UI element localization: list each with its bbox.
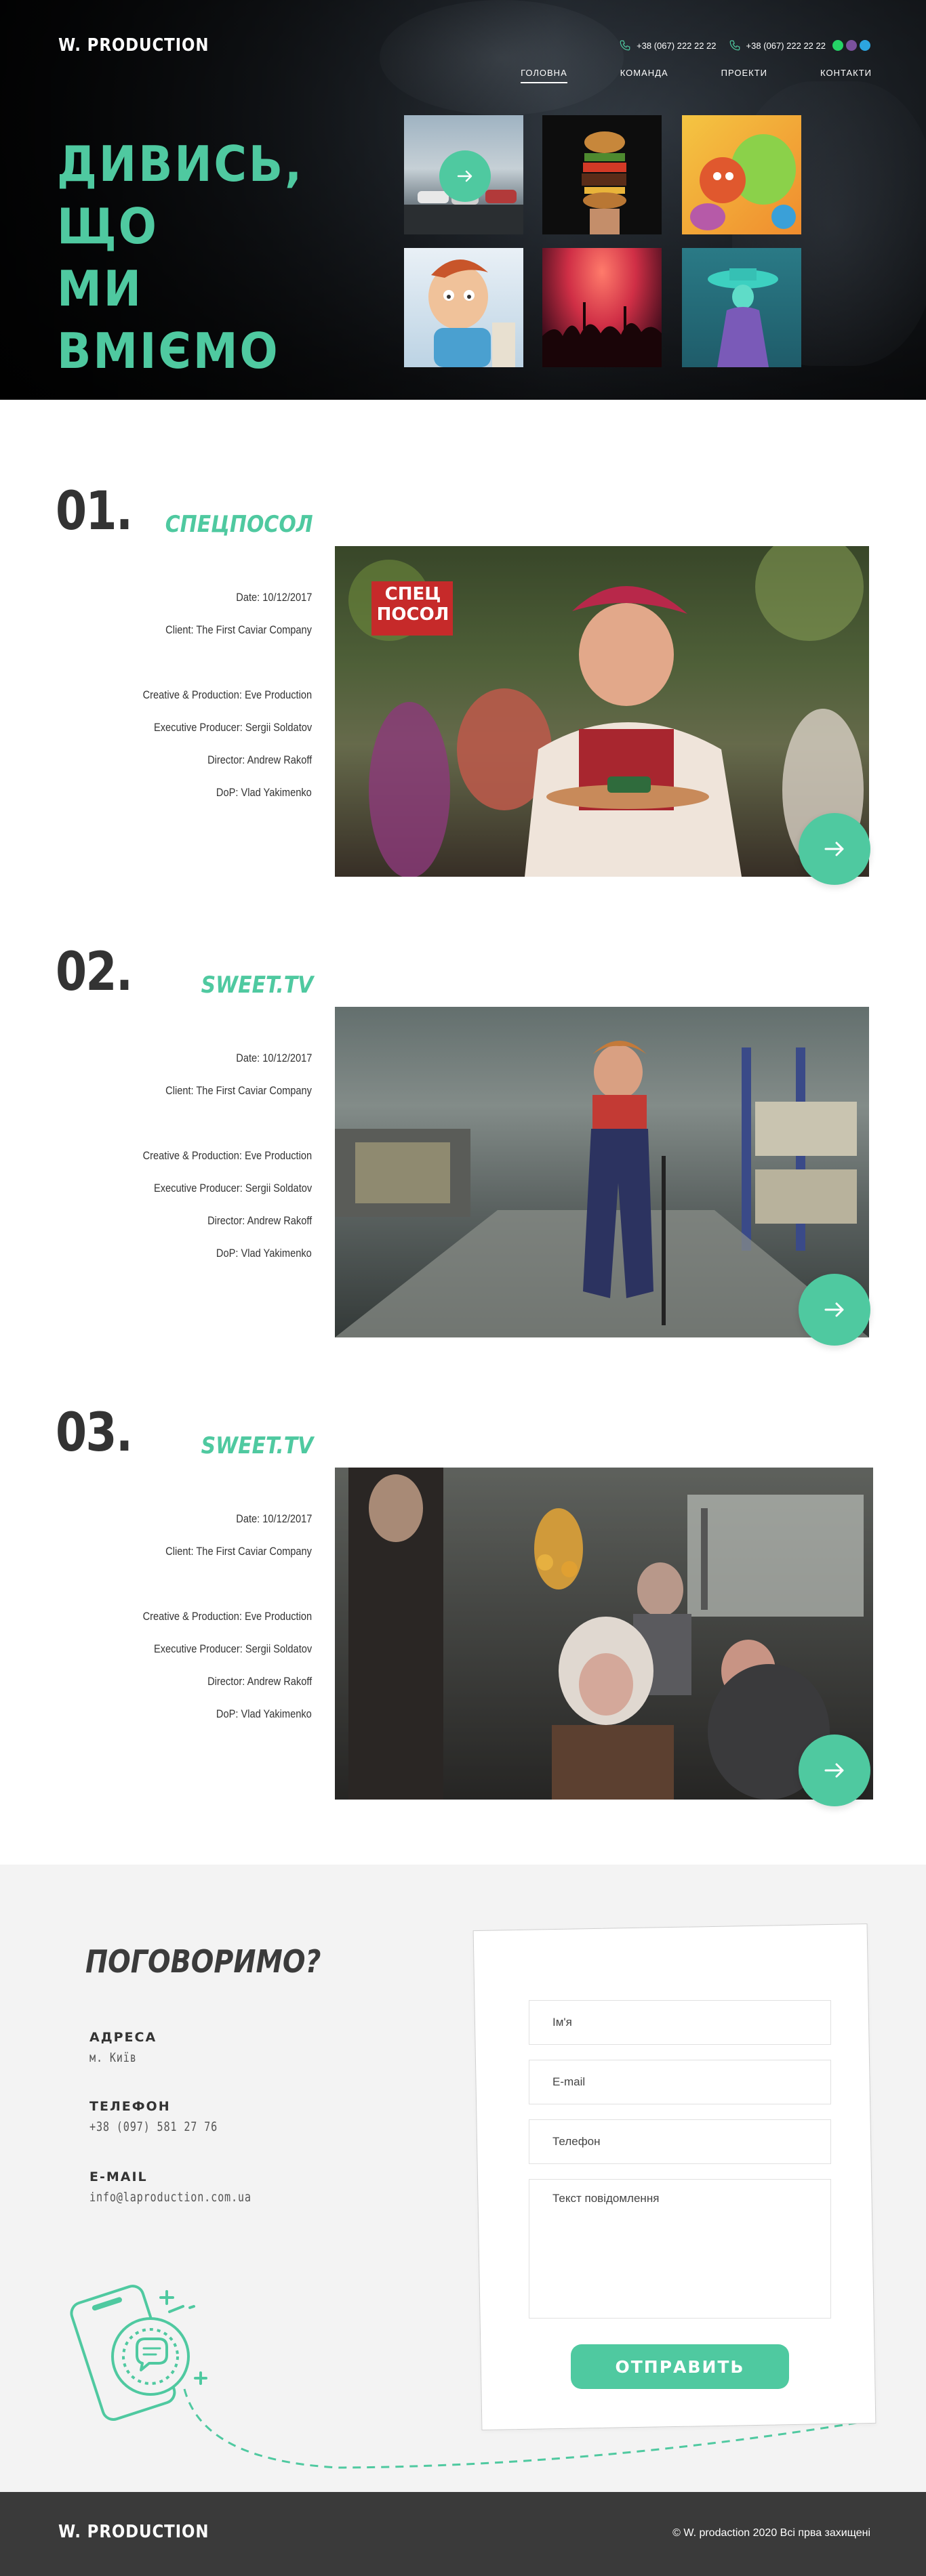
image-sign-line: СПЕЦ — [384, 584, 441, 604]
copyright-text: © W. prodaction 2020 Всі прва захищені — [672, 2527, 870, 2539]
project-open-button[interactable] — [799, 1274, 870, 1346]
viber-icon[interactable] — [846, 40, 857, 51]
hero-title-line: МИ ВМІЄМО — [57, 260, 280, 379]
phone-number: +38 (067) 222 22 22 — [637, 40, 717, 51]
project-creative: Creative & Production: Eve Production — [142, 688, 312, 701]
project-number: 02. — [56, 942, 133, 1003]
email-value[interactable]: info@laproduction.com.ua — [89, 2190, 251, 2205]
project-director: Director: Andrew Rakoff — [207, 753, 312, 766]
nav-item-projects[interactable]: ПРОЕКТИ — [721, 68, 767, 83]
address-label: АДРЕСА — [89, 2030, 157, 2045]
contact-section: ПОГОВОРИМО? АДРЕСА м. Київ ТЕЛЕФОН +38 (… — [0, 1865, 926, 2492]
project-creative: Creative & Production: Eve Production — [142, 1149, 312, 1162]
email-label: E-MAIL — [89, 2169, 148, 2184]
whatsapp-icon[interactable] — [832, 40, 843, 51]
project-image[interactable]: СПЕЦ ПОСОЛ — [335, 546, 869, 877]
arrow-right-icon — [824, 1302, 844, 1317]
arrow-right-icon — [457, 170, 472, 182]
phone-number: +38 (067) 222 22 22 — [746, 40, 826, 51]
project-client: Client: The First Caviar Company — [165, 1545, 312, 1558]
project-title[interactable]: SWEET.TV — [201, 1432, 313, 1459]
project-creative: Creative & Production: Eve Production — [142, 1610, 312, 1623]
email-field[interactable] — [529, 2060, 831, 2104]
telegram-icon[interactable] — [860, 40, 870, 51]
project-thumbnail[interactable] — [542, 248, 662, 367]
logo[interactable]: W. PRODUCTION — [58, 35, 209, 56]
header-contacts: +38 (067) 222 22 22 +38 (067) 222 22 22 — [619, 39, 870, 51]
project-director: Director: Andrew Rakoff — [207, 1214, 312, 1227]
project-executive-producer: Executive Producer: Sergii Soldatov — [153, 721, 312, 734]
project-date: Date: 10/12/2017 — [235, 1052, 312, 1064]
nav-item-home[interactable]: ГОЛОВНА — [521, 68, 567, 83]
project-title[interactable]: СПЕЦПОСОЛ — [165, 511, 313, 538]
hero-title: ДИВИСЬ, ЩО МИ ВМІЄМО — [57, 133, 344, 382]
project-image[interactable] — [335, 1468, 873, 1800]
main-nav: ГОЛОВНА КОМАНДА ПРОЕКТИ КОНТАКТИ — [521, 68, 872, 83]
address-value: м. Київ — [89, 2050, 137, 2065]
thumbnail-image — [428, 259, 515, 367]
project-open-button[interactable] — [799, 813, 870, 885]
project-executive-producer: Executive Producer: Sergii Soldatov — [153, 1642, 312, 1655]
footer: W. PRODUCTION © W. prodaction 2020 Всі п… — [0, 2492, 926, 2576]
project-director: Director: Andrew Rakoff — [207, 1675, 312, 1688]
phone-field[interactable] — [529, 2119, 831, 2164]
hero-section: W. PRODUCTION +38 (067) 222 22 22 +38 (0… — [0, 0, 926, 400]
project-number: 03. — [56, 1403, 133, 1463]
project-thumbnail[interactable] — [682, 115, 801, 234]
image-sign-line: ПОСОЛ — [376, 604, 449, 625]
phone-link[interactable]: +38 (067) 222 22 22 — [729, 39, 870, 51]
project-title[interactable]: SWEET.TV — [201, 972, 313, 999]
project-item: 01. СПЕЦПОСОЛ Date: 10/12/2017 Client: T… — [0, 481, 926, 885]
arrow-right-icon — [824, 1763, 844, 1778]
thumbnail-image — [542, 302, 662, 367]
footer-logo[interactable]: W. PRODUCTION — [58, 2522, 209, 2542]
project-thumbnail[interactable] — [404, 115, 523, 234]
phone-icon — [620, 40, 630, 51]
project-dop: DoP: Vlad Yakimenko — [216, 1247, 312, 1260]
project-client: Client: The First Caviar Company — [165, 623, 312, 636]
submit-button[interactable]: ОТПРАВИТЬ — [571, 2344, 789, 2389]
name-field[interactable] — [529, 2000, 831, 2045]
project-open-button[interactable] — [799, 1734, 870, 1806]
project-image-scene — [335, 1468, 873, 1800]
project-thumbnail[interactable] — [542, 115, 662, 234]
project-date: Date: 10/12/2017 — [235, 591, 312, 604]
phone-icon — [729, 40, 740, 51]
project-item: 02. SWEET.TV Date: 10/12/2017 Client: Th… — [0, 942, 926, 1346]
project-image-scene — [335, 1007, 869, 1337]
project-image[interactable] — [335, 1007, 869, 1337]
nav-item-contacts[interactable]: КОНТАКТИ — [820, 68, 872, 83]
project-dop: DoP: Vlad Yakimenko — [216, 786, 312, 799]
thumbnail-image — [708, 268, 778, 367]
project-thumbnail[interactable] — [404, 248, 523, 367]
page: W. PRODUCTION +38 (067) 222 22 22 +38 (0… — [0, 0, 926, 2576]
arrow-right-icon — [824, 842, 844, 856]
hero-title-line: ДИВИСЬ, ЩО — [57, 136, 304, 255]
project-item: 03. SWEET.TV Date: 10/12/2017 Client: Th… — [0, 1403, 926, 1806]
phone-link[interactable]: +38 (067) 222 22 22 — [619, 39, 717, 51]
image-sign: СПЕЦ ПОСОЛ — [376, 584, 450, 625]
thumbnail-image — [582, 131, 626, 234]
nav-item-team[interactable]: КОМАНДА — [620, 68, 668, 83]
project-date: Date: 10/12/2017 — [235, 1512, 312, 1525]
phone-value[interactable]: +38 (097) 581 27 76 — [89, 2119, 218, 2134]
phone-label: ТЕЛЕФОН — [89, 2099, 171, 2114]
project-number: 01. — [56, 481, 133, 542]
message-field[interactable] — [529, 2179, 831, 2319]
thumbnail-arrow-button[interactable] — [439, 150, 491, 202]
contact-title: ПОГОВОРИМО? — [85, 1943, 321, 1980]
project-thumbnail[interactable] — [682, 248, 801, 367]
project-dop: DoP: Vlad Yakimenko — [216, 1707, 312, 1720]
messenger-links — [832, 40, 870, 51]
project-client: Client: The First Caviar Company — [165, 1084, 312, 1097]
thumbnail-image — [690, 134, 796, 230]
project-executive-producer: Executive Producer: Sergii Soldatov — [153, 1182, 312, 1194]
contact-form — [529, 2000, 831, 2319]
